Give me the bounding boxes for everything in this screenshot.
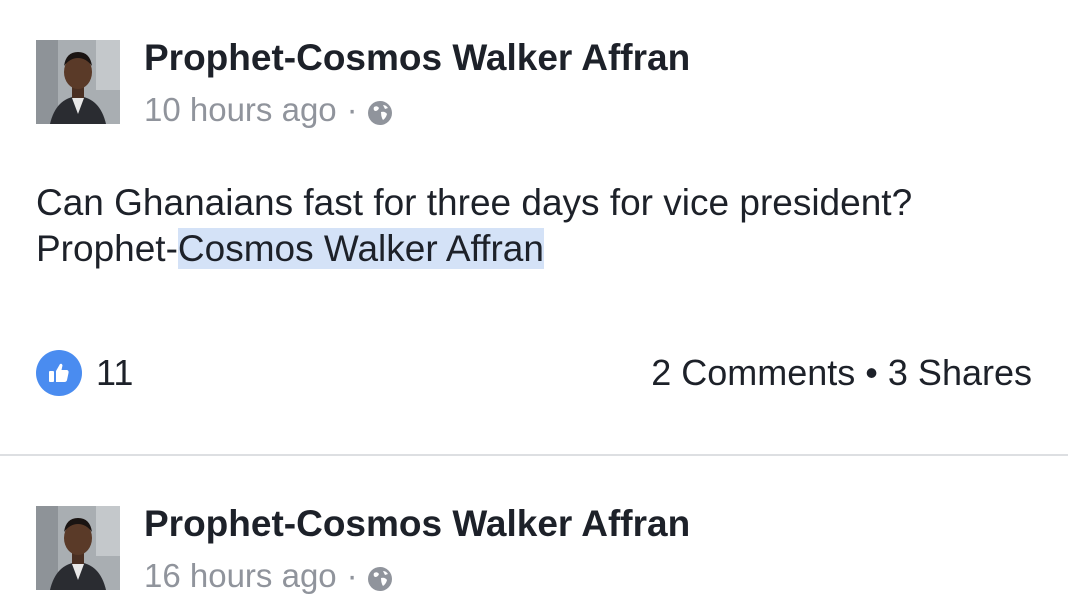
feed-post: Prophet-Cosmos Walker Affran 16 hours ag… [0, 458, 1068, 594]
post-body: Can Ghanaians fast for three days for vi… [36, 180, 1036, 272]
engagement-counts: 2 Comments • 3 Shares [651, 350, 1032, 396]
reactions-summary[interactable]: 11 [36, 350, 133, 396]
avatar[interactable] [36, 506, 120, 590]
bullet-separator: • [865, 352, 878, 393]
globe-icon [366, 562, 394, 591]
highlighted-text[interactable]: Cosmos Walker Affran [177, 228, 544, 269]
like-icon [36, 350, 82, 396]
globe-icon [366, 96, 394, 125]
post-meta: 10 hours ago · [144, 90, 394, 130]
post-author-name[interactable]: Prophet-Cosmos Walker Affran [144, 36, 690, 80]
like-count: 11 [96, 352, 134, 393]
post-text-line: Prophet-Cosmos Walker Affran [36, 226, 1036, 272]
comments-count-link[interactable]: 2 Comments [651, 352, 855, 393]
meta-separator: · [346, 557, 358, 594]
shares-count-link[interactable]: 3 Shares [888, 352, 1032, 393]
meta-separator: · [346, 91, 358, 128]
post-author-name[interactable]: Prophet-Cosmos Walker Affran [144, 502, 690, 546]
avatar[interactable] [36, 40, 120, 124]
feed-post: Prophet-Cosmos Walker Affran 10 hours ag… [0, 0, 1068, 456]
post-meta: 16 hours ago · [144, 556, 394, 596]
post-timestamp[interactable]: 10 hours ago [144, 90, 337, 130]
post-timestamp[interactable]: 16 hours ago [144, 556, 337, 596]
post-text-prefix: Prophet- [36, 228, 178, 269]
post-text-line: Can Ghanaians fast for three days for vi… [36, 182, 913, 223]
